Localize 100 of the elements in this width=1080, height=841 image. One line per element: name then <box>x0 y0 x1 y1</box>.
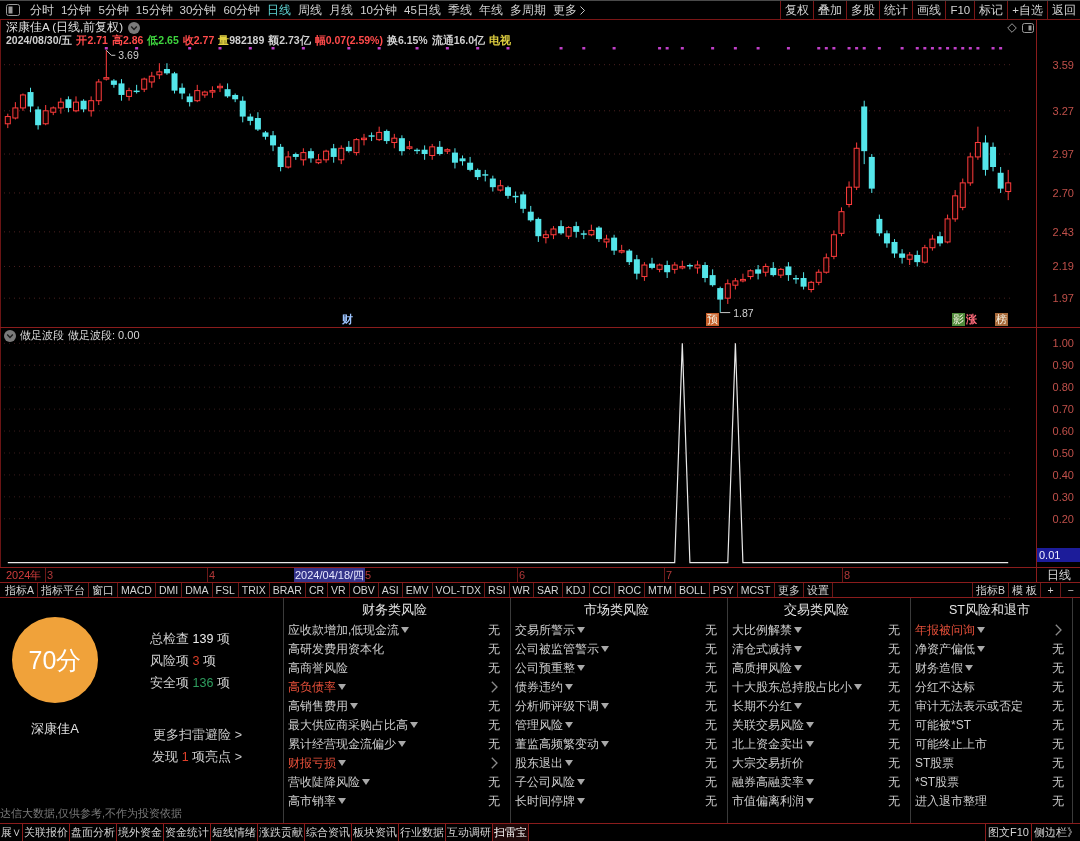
event-marker[interactable]: 涨 <box>965 313 978 326</box>
chevron-right-icon[interactable] <box>491 680 498 693</box>
more-menu-button[interactable]: 更多 <box>552 2 585 18</box>
bottom-tab[interactable]: 展∨ <box>0 824 23 841</box>
caret-down-icon[interactable] <box>977 645 985 652</box>
indicator-tab[interactable]: MACD <box>118 583 156 597</box>
caret-down-icon[interactable] <box>350 702 358 709</box>
toolbar-button[interactable]: 统计 <box>879 1 913 19</box>
risk-item[interactable]: 长期不分红 <box>732 697 792 714</box>
bottom-tab[interactable]: 侧边栏》 <box>1031 824 1080 841</box>
period-tab[interactable]: 周线 <box>298 2 323 18</box>
period-tab[interactable]: 多周期 <box>509 2 546 18</box>
risk-item[interactable]: 高市销率 <box>288 792 336 809</box>
bottom-tab[interactable]: 境外资金 <box>117 824 164 841</box>
indicator-tab[interactable]: BRAR <box>269 583 306 597</box>
risk-item[interactable]: 高商誉风险 <box>288 659 348 676</box>
indicator-tab[interactable]: FSL <box>212 583 239 597</box>
period-tab[interactable]: 5分钟 <box>98 2 129 18</box>
risk-item[interactable]: 董监高频繁变动 <box>515 735 599 752</box>
risk-item[interactable]: 管理风险 <box>515 716 563 733</box>
indicator-tab[interactable]: RSI <box>485 583 510 597</box>
indicator-tab[interactable]: 更多 <box>774 583 804 597</box>
caret-down-icon[interactable] <box>977 626 985 633</box>
risk-item[interactable]: 大宗交易折价 <box>732 754 804 771</box>
risk-item[interactable]: 债券违约 <box>515 678 563 695</box>
risk-item[interactable]: 长时间停牌 <box>515 792 575 809</box>
indicator-tab[interactable]: CCI <box>589 583 615 597</box>
risk-item[interactable]: 关联交易风险 <box>732 716 804 733</box>
risk-item[interactable]: 营收陡降风险 <box>288 773 360 790</box>
caret-down-icon[interactable] <box>565 721 573 728</box>
caret-down-icon[interactable] <box>565 759 573 766</box>
period-tab[interactable]: 60分钟 <box>223 2 261 18</box>
bottom-tab[interactable]: 盘面分析 <box>70 824 117 841</box>
risk-item[interactable]: 公司被监管警示 <box>515 640 599 657</box>
risk-item[interactable]: 高负债率 <box>288 678 336 695</box>
toolbar-button[interactable]: +自选 <box>1007 1 1047 19</box>
indicator-tab[interactable]: EMV <box>402 583 433 597</box>
toolbar-button[interactable]: 标记 <box>974 1 1008 19</box>
event-tag[interactable]: 榜 <box>995 313 1008 326</box>
toolbar-button[interactable]: 画线 <box>912 1 946 19</box>
risk-item[interactable]: 年报被问询 <box>915 621 975 638</box>
caret-down-icon[interactable] <box>338 683 346 690</box>
caret-down-icon[interactable] <box>854 683 862 690</box>
indicator-tab[interactable]: − <box>1060 583 1080 597</box>
risk-item[interactable]: 财报亏损 <box>288 754 336 771</box>
scan-link[interactable]: 更多扫雷避险 > <box>153 724 242 746</box>
indicator-tab[interactable]: PSY <box>709 583 738 597</box>
period-tab[interactable]: 年线 <box>478 2 503 18</box>
indicator-tab[interactable]: 设置 <box>803 583 833 597</box>
indicator-tab[interactable]: VR <box>328 583 350 597</box>
caret-down-icon[interactable] <box>806 740 814 747</box>
indicator-tab[interactable]: 指标A <box>2 583 38 597</box>
caret-down-icon[interactable] <box>401 626 410 633</box>
risk-item[interactable]: *ST股票 <box>915 773 959 790</box>
risk-item[interactable]: 大比例解禁 <box>732 621 792 638</box>
caret-down-icon[interactable] <box>806 778 814 785</box>
risk-item[interactable]: 应收款增加,低现金流 <box>288 621 400 638</box>
risk-item[interactable]: 分红不达标 <box>915 678 975 695</box>
risk-item[interactable]: 交易所警示 <box>515 621 575 638</box>
bottom-tab[interactable]: 行业数据 <box>399 824 446 841</box>
bottom-tab[interactable]: 涨跌贡献 <box>258 824 305 841</box>
toolbar-button[interactable]: 返回 <box>1047 1 1080 19</box>
event-tag[interactable]: 影 <box>952 313 965 326</box>
caret-down-icon[interactable] <box>338 759 346 766</box>
caret-down-icon[interactable] <box>806 797 814 804</box>
indicator-tab[interactable]: 指标平台 <box>38 583 89 597</box>
bottom-tab[interactable]: 板块资讯 <box>352 824 399 841</box>
caret-down-icon[interactable] <box>794 702 802 709</box>
caret-down-icon[interactable] <box>601 702 609 709</box>
risk-item[interactable]: 进入退市整理 <box>915 792 987 809</box>
caret-down-icon[interactable] <box>965 664 973 671</box>
toolbar-button[interactable]: 复权 <box>780 1 814 19</box>
caret-down-icon[interactable] <box>362 778 370 785</box>
caret-down-icon[interactable] <box>410 721 418 728</box>
period-tab[interactable]: 月线 <box>329 2 354 18</box>
indicator-tab[interactable]: MCST <box>737 583 775 597</box>
risk-item[interactable]: 清仓式减持 <box>732 640 792 657</box>
risk-item[interactable]: 可能被*ST <box>915 716 971 733</box>
risk-item[interactable]: 分析师评级下调 <box>515 697 599 714</box>
risk-item[interactable]: 高研发费用资本化 <box>288 640 384 657</box>
risk-item[interactable]: 财务造假 <box>915 659 963 676</box>
risk-item[interactable]: 可能终止上市 <box>915 735 987 752</box>
indicator-tab[interactable]: MTM <box>644 583 676 597</box>
caret-down-icon[interactable] <box>794 626 802 633</box>
indicator-tab[interactable]: BOLL <box>675 583 710 597</box>
risk-item[interactable]: 北上资金卖出 <box>732 735 804 752</box>
indicator-tab[interactable]: 指标B <box>972 583 1009 597</box>
period-tab[interactable]: 日线 <box>267 2 292 18</box>
period-tab[interactable]: 30分钟 <box>179 2 217 18</box>
indicator-tab[interactable]: OBV <box>349 583 379 597</box>
risk-item[interactable]: 融券高融卖率 <box>732 773 804 790</box>
chevron-right-icon[interactable] <box>1055 623 1062 636</box>
caret-down-icon[interactable] <box>577 626 585 633</box>
caret-down-icon[interactable] <box>577 778 585 785</box>
event-tag[interactable]: 预 <box>706 313 719 326</box>
caret-down-icon[interactable] <box>565 683 573 690</box>
risk-item[interactable]: 高销售费用 <box>288 697 348 714</box>
risk-item[interactable]: 最大供应商采购占比高 <box>288 716 408 733</box>
indicator-tab[interactable]: VOL-TDX <box>432 583 486 597</box>
bottom-tab[interactable]: 资金统计 <box>164 824 211 841</box>
